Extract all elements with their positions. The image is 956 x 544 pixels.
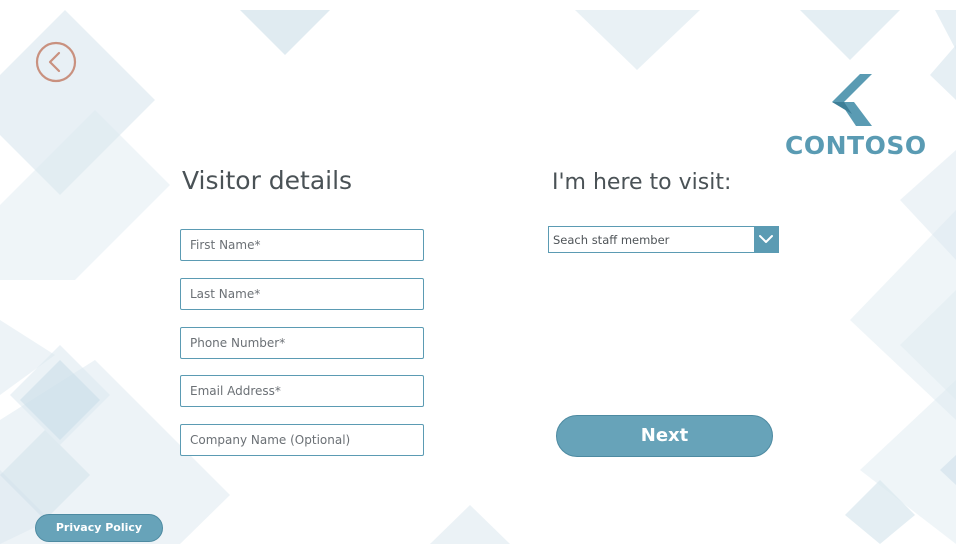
visitor-details-heading: Visitor details (182, 166, 353, 195)
email-address-field[interactable] (180, 375, 424, 407)
dropdown-toggle[interactable] (754, 227, 778, 252)
chevron-left-circle-icon (35, 41, 77, 83)
visit-heading: I'm here to visit: (552, 170, 732, 195)
phone-number-field[interactable] (180, 327, 424, 359)
next-button[interactable]: Next (556, 415, 773, 457)
chevron-down-icon (759, 235, 773, 243)
privacy-policy-button[interactable]: Privacy Policy (35, 514, 163, 542)
last-name-field[interactable] (180, 278, 424, 310)
staff-member-dropdown[interactable]: Seach staff member (548, 226, 779, 253)
company-name-field[interactable] (180, 424, 424, 456)
contoso-logo-mark (832, 74, 872, 126)
back-button[interactable] (35, 41, 77, 83)
first-name-field[interactable] (180, 229, 424, 261)
staff-dropdown-placeholder: Seach staff member (553, 233, 670, 247)
logo-text: CONTOSO (785, 131, 927, 160)
contoso-logo: CONTOSO (785, 74, 927, 164)
visitor-checkin-screen: CONTOSO Visitor details I'm here to visi… (0, 0, 956, 544)
